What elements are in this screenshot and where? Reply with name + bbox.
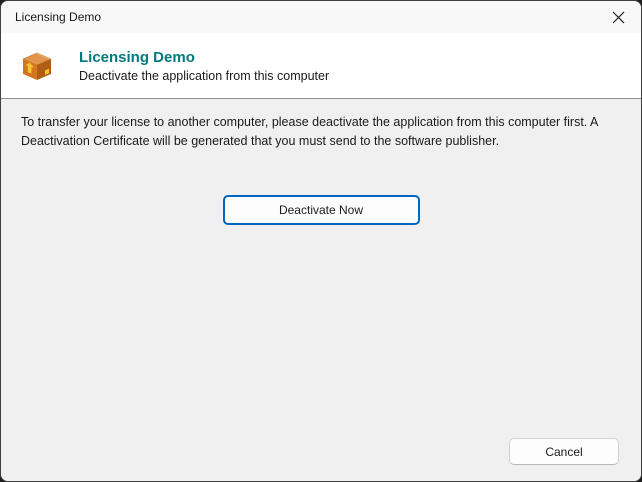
dialog-header: Licensing Demo Deactivate the applicatio… bbox=[1, 33, 641, 99]
dialog-window: Licensing Demo Licensing Demo Deactivate… bbox=[0, 0, 642, 482]
header-text-block: Licensing Demo Deactivate the applicatio… bbox=[79, 49, 329, 83]
close-button[interactable] bbox=[595, 1, 641, 33]
header-title: Licensing Demo bbox=[79, 48, 195, 66]
close-icon bbox=[612, 11, 624, 23]
titlebar[interactable]: Licensing Demo bbox=[1, 1, 641, 33]
window-title: Licensing Demo bbox=[15, 10, 102, 24]
cancel-button[interactable]: Cancel bbox=[509, 438, 619, 465]
package-box-icon bbox=[22, 52, 52, 80]
dialog-content: To transfer your license to another comp… bbox=[1, 99, 641, 481]
deactivate-now-button[interactable]: Deactivate Now bbox=[222, 195, 420, 225]
instruction-text: To transfer your license to another comp… bbox=[21, 115, 598, 148]
header-subtitle: Deactivate the application from this com… bbox=[79, 68, 330, 83]
